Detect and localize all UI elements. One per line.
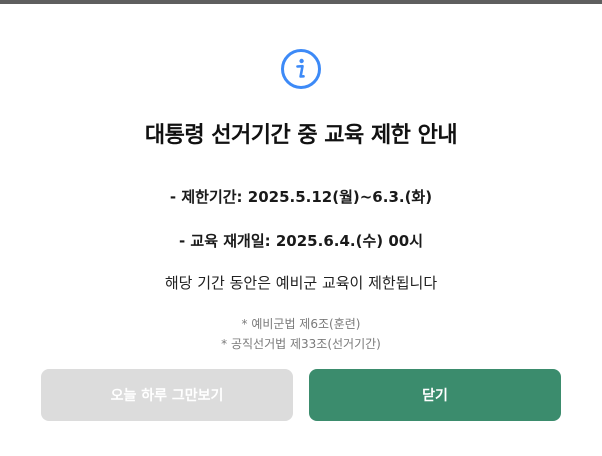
close-button[interactable]: 닫기	[309, 369, 561, 421]
restriction-period: - 제한기간: 2025.5.12(월)~6.3.(화)	[169, 188, 433, 206]
resume-date: - 교육 재개일: 2025.6.4.(수) 00시	[178, 232, 423, 250]
info-icon	[280, 48, 322, 90]
reference-item: * 예비군법 제6조(훈련)	[241, 317, 361, 331]
legal-references: * 예비군법 제6조(훈련) * 공직선거법 제33조(선거기간)	[0, 314, 602, 354]
modal-title: 대통령 선거기간 중 교육 제한 안내	[144, 123, 458, 148]
reference-item: * 공직선거법 제33조(선거기간)	[221, 337, 381, 351]
notice-modal: 대통령 선거기간 중 교육 제한 안내 - 제한기간: 2025.5.12(월)…	[0, 4, 602, 456]
restriction-notice: 해당 기간 동안은 예비군 교육이 제한됩니다	[164, 274, 438, 292]
hide-today-button[interactable]: 오늘 하루 그만보기	[41, 369, 293, 421]
